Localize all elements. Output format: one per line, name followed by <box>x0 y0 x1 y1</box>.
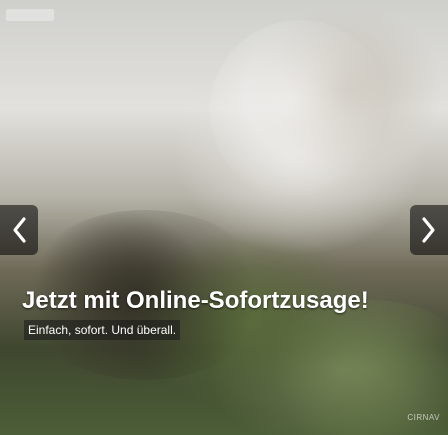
hero-headline: Jetzt mit Online-Sofortzusage! <box>22 287 369 314</box>
hero-photo <box>0 0 448 435</box>
chevron-right-icon <box>422 217 435 243</box>
carousel-prev-button[interactable] <box>0 205 38 255</box>
hero-photo-highlight <box>210 20 390 200</box>
carousel-next-button[interactable] <box>410 205 448 255</box>
photo-watermark: CIRNAV <box>407 413 440 422</box>
hero-subline: Einfach, sofort. Und überall. <box>24 320 181 340</box>
hero-banner: Jetzt mit Online-Sofortzusage! Einfach, … <box>0 0 448 435</box>
chevron-left-icon <box>13 217 26 243</box>
brand-logo-icon <box>6 9 54 21</box>
